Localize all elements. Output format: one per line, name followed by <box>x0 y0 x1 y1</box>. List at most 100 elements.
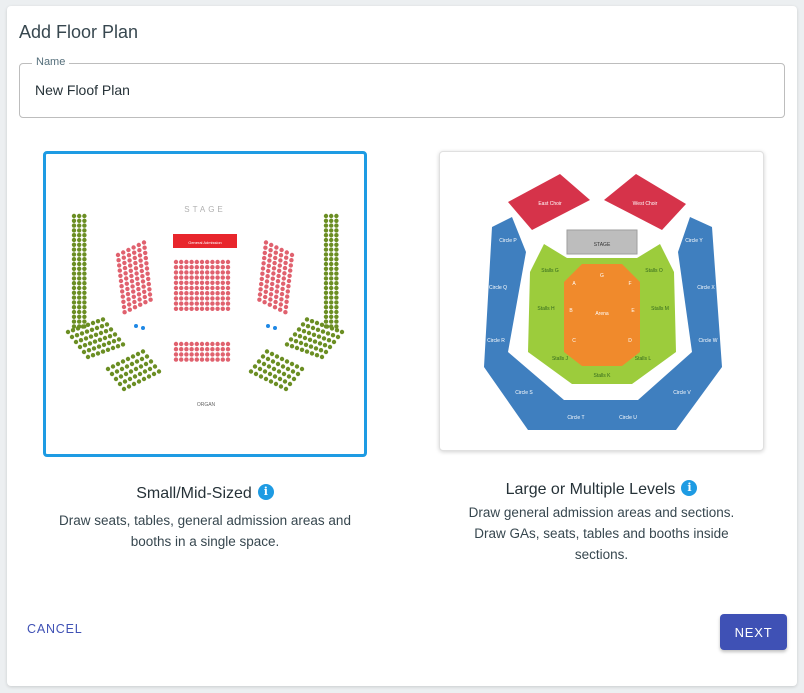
seat-dot <box>296 327 302 332</box>
add-floor-plan-dialog: Add Floor Plan Name STAGE General Admiss… <box>7 6 797 686</box>
seat-dot <box>119 284 124 289</box>
seat-dot <box>281 276 286 281</box>
cancel-button[interactable]: CANCEL <box>17 616 93 642</box>
seat-dot <box>220 275 225 280</box>
seat-dot <box>82 247 87 252</box>
seat-dot <box>281 371 287 377</box>
seat-dot <box>263 289 268 294</box>
seat-dot <box>130 284 135 289</box>
seat-dot <box>137 253 143 258</box>
seat-dot <box>135 276 140 281</box>
seat-dot <box>273 381 279 387</box>
seat-dot <box>215 275 220 280</box>
seat-dot <box>273 299 278 305</box>
seat-dot <box>278 307 283 312</box>
seat-dot <box>194 280 199 285</box>
arena-row-f: F <box>628 281 631 287</box>
seat-dot <box>316 334 322 339</box>
seat-dot <box>323 290 329 295</box>
seat-dot <box>73 339 79 345</box>
seat-dot <box>225 259 231 265</box>
seat-dot <box>148 359 154 364</box>
seat-dot <box>220 352 225 357</box>
seat-dot <box>274 354 280 359</box>
seat-dot <box>264 349 270 354</box>
seat-dot <box>194 265 199 270</box>
next-button[interactable]: NEXT <box>720 614 787 650</box>
seat-dot <box>173 296 179 301</box>
seat-dot <box>102 335 108 341</box>
seat-dot <box>129 361 135 367</box>
seat-dot <box>112 332 118 337</box>
seat-dot <box>128 263 133 268</box>
seat-dot <box>139 356 145 362</box>
seat-dot <box>334 218 339 223</box>
seat-dot <box>126 384 132 389</box>
seat-dot <box>194 347 199 352</box>
seat-dot <box>100 349 106 354</box>
seat-dot <box>126 247 131 253</box>
seat-dot <box>173 306 179 311</box>
seat-dot <box>189 259 194 265</box>
seat-dot <box>265 274 270 279</box>
seat-dot <box>82 261 87 267</box>
seat-dot <box>334 324 339 329</box>
seat-dot <box>210 280 215 285</box>
seat-dot <box>289 344 295 349</box>
small-mid-sized-info-icon[interactable]: i <box>257 484 274 500</box>
stalls-o-label: Stalls O <box>645 268 663 274</box>
seat-dot <box>86 348 92 353</box>
seat-dot <box>184 275 189 280</box>
seat-dot <box>129 279 135 284</box>
seat-dot <box>215 296 220 301</box>
circle-r-label: Circle R <box>487 338 505 344</box>
seat-dot <box>189 347 194 352</box>
seat-dot <box>82 218 87 223</box>
seat-dot <box>136 286 141 292</box>
circle-y-label: Circle Y <box>685 238 703 244</box>
seat-dot <box>77 319 82 324</box>
seat-dot <box>189 341 194 347</box>
seat-dot <box>121 299 126 304</box>
large-venue-seat-map: East Choir West Choir Circle P Circle Q … <box>484 174 722 430</box>
seat-dot <box>205 352 210 357</box>
seat-dot <box>179 352 184 357</box>
seat-dot <box>77 252 82 257</box>
seat-dot <box>272 260 277 266</box>
seat-dot <box>194 296 199 301</box>
seat-dot <box>298 340 304 346</box>
seat-dot <box>323 300 329 305</box>
seat-dot <box>290 369 296 374</box>
seat-dot <box>334 247 339 252</box>
seat-dot <box>194 275 199 280</box>
seat-dot <box>329 266 334 271</box>
small-mid-sized-option-card[interactable]: STAGE General Admission ORGAN <box>43 151 367 457</box>
large-multiple-levels-option-card[interactable]: East Choir West Choir Circle P Circle Q … <box>439 151 764 451</box>
seat-dot <box>173 275 179 280</box>
seat-dot <box>142 289 147 294</box>
seat-dot <box>289 252 295 258</box>
seat-dot <box>220 301 225 306</box>
seat-dot <box>199 275 205 280</box>
name-field[interactable]: Name <box>19 56 785 118</box>
small-mid-sized-title: Small/Mid-Sized <box>136 485 252 502</box>
circle-w-label: Circle W <box>699 338 718 344</box>
seat-dot <box>184 285 189 291</box>
seat-dot <box>270 281 275 287</box>
seat-dot <box>199 270 205 275</box>
large-multiple-levels-info-icon[interactable]: i <box>681 480 698 496</box>
seat-dot <box>77 237 82 243</box>
seat-dot <box>189 270 194 275</box>
seat-dot <box>334 257 339 262</box>
seat-dot <box>325 331 331 336</box>
seat-dot <box>111 339 117 344</box>
seat-dot <box>77 233 82 238</box>
seat-dot <box>139 268 144 274</box>
seat-dot <box>173 301 179 306</box>
seat-dot <box>71 319 77 324</box>
name-input[interactable] <box>35 82 755 98</box>
seat-dot <box>283 310 288 315</box>
seat-dot <box>285 289 290 294</box>
seat-dot <box>278 258 283 263</box>
seat-dot <box>313 346 319 351</box>
